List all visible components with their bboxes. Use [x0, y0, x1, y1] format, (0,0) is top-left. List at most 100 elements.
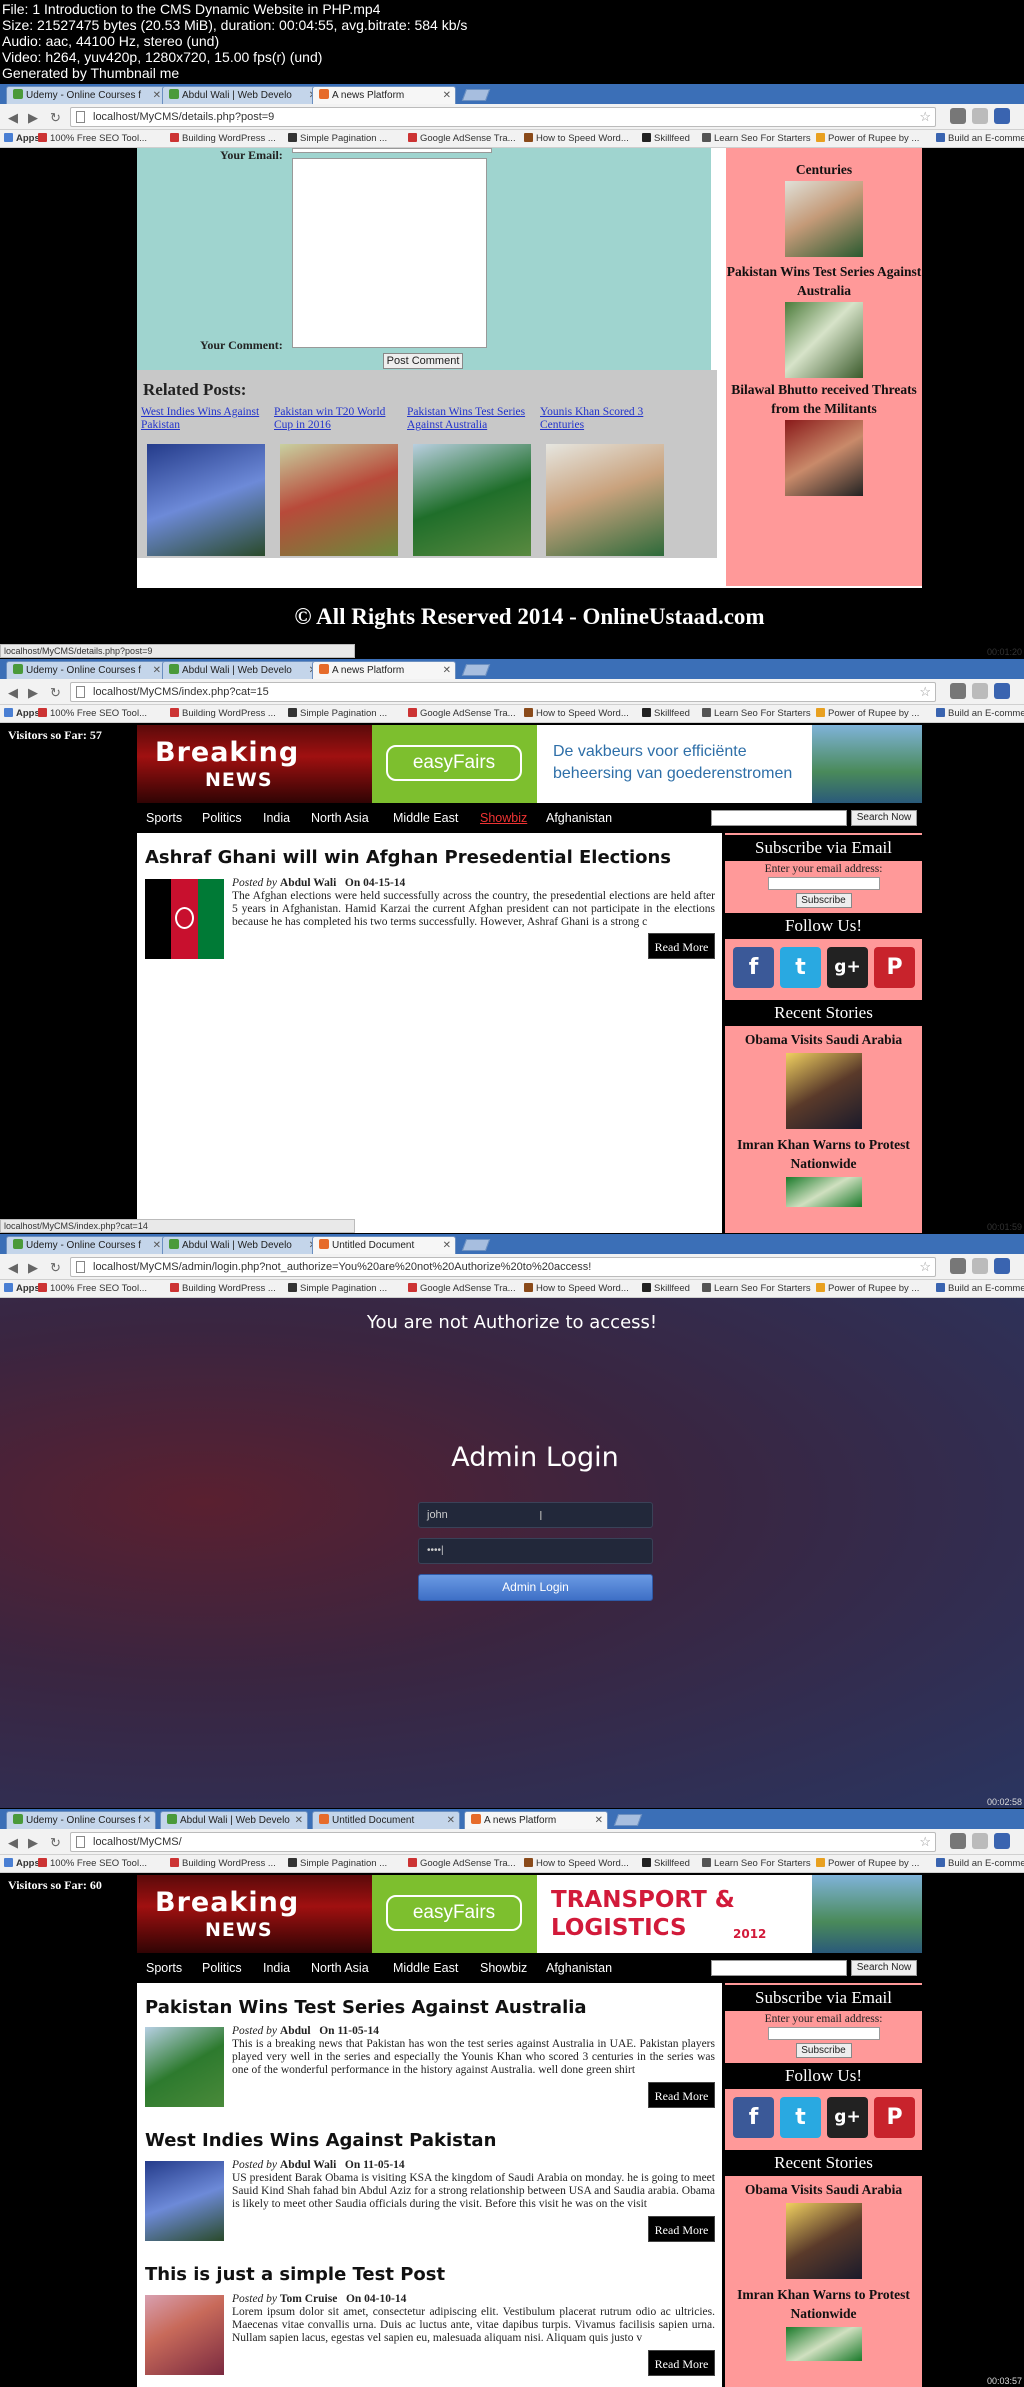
bookmark-item[interactable]: How to Speed Word... [524, 705, 629, 722]
url-field[interactable]: localhost/MyCMS/ ☆ [70, 1832, 936, 1852]
url-field[interactable]: localhost/MyCMS/details.php?post=9 ☆ [70, 107, 936, 127]
close-icon[interactable]: ✕ [443, 662, 451, 679]
extension-icon[interactable] [972, 1258, 988, 1274]
related-post-link[interactable]: Pakistan win T20 World Cup in 2016 [274, 406, 402, 432]
bookmark-item[interactable]: Build an E-comme [936, 705, 1024, 722]
menu-item-middle-east[interactable]: Middle East [393, 811, 458, 825]
facebook-icon[interactable]: f [733, 2097, 774, 2138]
recent-story-title[interactable]: Imran Khan Warns to Protest Nationwide [725, 2285, 922, 2323]
bookmark-item[interactable]: Google AdSense Tra... [408, 1855, 516, 1872]
forward-icon[interactable]: ▶ [28, 685, 38, 701]
bookmark-item[interactable]: 100% Free SEO Tool... [38, 705, 147, 722]
bookmark-item[interactable]: Learn Seo For Starters [702, 1855, 811, 1872]
recent-story-title[interactable]: Imran Khan Warns to Protest Nationwide [725, 1135, 922, 1173]
tab-udemy[interactable]: Udemy - Online Courses f ✕ [6, 1811, 156, 1829]
bookmark-apps[interactable]: Apps [4, 1855, 40, 1872]
pinterest-icon[interactable]: P [874, 2097, 915, 2138]
menu-item-afghanistan[interactable]: Afghanistan [546, 1961, 612, 1975]
bookmark-item[interactable]: 100% Free SEO Tool... [38, 1855, 147, 1872]
star-icon[interactable]: ☆ [919, 683, 931, 701]
close-icon[interactable]: ✕ [595, 1812, 603, 1829]
bookmark-item[interactable]: Google AdSense Tra... [408, 1280, 516, 1297]
bookmark-item[interactable]: Simple Pagination ... [288, 705, 387, 722]
extension-icon[interactable] [994, 108, 1010, 124]
post-title[interactable]: Pakistan Wins Test Series Against Austra… [145, 1997, 587, 2018]
read-more-button[interactable]: Read More [648, 2216, 715, 2242]
read-more-button[interactable]: Read More [648, 2350, 715, 2376]
tab-abdul-wali[interactable]: Abdul Wali | Web Develo✕ [162, 661, 322, 679]
recent-story-image[interactable] [785, 420, 863, 496]
ad-easyfairs[interactable]: easyFairs [372, 725, 537, 803]
search-input[interactable] [711, 1960, 847, 1976]
recent-story-image[interactable] [785, 2203, 862, 2279]
password-input[interactable]: ••••| [418, 1538, 653, 1564]
forward-icon[interactable]: ▶ [28, 1260, 38, 1276]
recent-story-image[interactable] [785, 1177, 862, 1207]
bookmark-item[interactable]: Build an E-comme [936, 130, 1024, 147]
new-tab-button[interactable] [461, 1239, 491, 1251]
tab-udemy[interactable]: Udemy - Online Courses f ✕ [6, 1236, 166, 1254]
bookmark-item[interactable]: Build an E-comme [936, 1280, 1024, 1297]
subscribe-email-input[interactable] [767, 877, 880, 890]
bookmark-item[interactable]: Power of Rupee by ... [816, 705, 919, 722]
related-post-image[interactable] [413, 444, 531, 556]
recent-story-image[interactable] [785, 1053, 862, 1129]
menu-item-north-asia[interactable]: North Asia [311, 811, 369, 825]
menu-item-politics[interactable]: Politics [202, 811, 242, 825]
recent-story-title[interactable]: Bilawal Bhutto received Threats from the… [726, 380, 922, 418]
bookmark-apps[interactable]: Apps [4, 1280, 40, 1297]
subscribe-button[interactable]: Subscribe [795, 893, 852, 908]
afghan-flag-image[interactable] [145, 879, 224, 959]
related-post-link[interactable]: Pakistan Wins Test Series Against Austra… [407, 406, 535, 432]
menu-item-showbiz[interactable]: Showbiz [480, 811, 527, 825]
bookmark-item[interactable]: Simple Pagination ... [288, 1855, 387, 1872]
close-icon[interactable]: ✕ [295, 1812, 303, 1829]
close-icon[interactable]: ✕ [153, 87, 161, 104]
tab-untitled-document[interactable]: Untitled Document ✕ [312, 1811, 460, 1829]
extension-icon[interactable] [950, 683, 966, 699]
bookmark-item[interactable]: Building WordPress ... [170, 1280, 276, 1297]
ad-text-panel[interactable]: TRANSPORT & LOGISTICS 2012 [537, 1875, 812, 1953]
bookmark-item[interactable]: Building WordPress ... [170, 705, 276, 722]
bookmark-apps[interactable]: Apps [4, 130, 40, 147]
bookmark-item[interactable]: Skillfeed [642, 1280, 690, 1297]
menu-item-india[interactable]: India [263, 1961, 290, 1975]
facebook-icon[interactable]: f [733, 947, 774, 988]
bookmark-item[interactable]: Simple Pagination ... [288, 1280, 387, 1297]
email-field[interactable] [292, 148, 492, 153]
recent-story-image[interactable] [785, 302, 863, 378]
menu-item-sports[interactable]: Sports [146, 1961, 182, 1975]
bookmark-item[interactable]: How to Speed Word... [524, 1280, 629, 1297]
tab-news-platform[interactable]: A news Platform ✕ [312, 86, 456, 104]
star-icon[interactable]: ☆ [919, 108, 931, 126]
bookmark-item[interactable]: 100% Free SEO Tool... [38, 130, 147, 147]
related-post-image[interactable] [280, 444, 398, 556]
url-field[interactable]: localhost/MyCMS/index.php?cat=15 ☆ [70, 682, 936, 702]
google-plus-icon[interactable]: g+ [827, 2097, 868, 2138]
tab-untitled-document[interactable]: Untitled Document ✕ [312, 1236, 456, 1254]
post-title[interactable]: West Indies Wins Against Pakistan [145, 2130, 496, 2151]
search-button[interactable]: Search Now [851, 810, 917, 826]
bookmark-apps[interactable]: Apps [4, 705, 40, 722]
reload-icon[interactable]: ↻ [50, 1260, 61, 1276]
extension-icon[interactable] [972, 108, 988, 124]
extension-icon[interactable] [950, 1833, 966, 1849]
post-title[interactable]: Ashraf Ghani will win Afghan Presedentia… [145, 847, 671, 868]
tab-abdul-wali[interactable]: Abdul Wali | Web Develo✕ [160, 1811, 308, 1829]
recent-story-title[interactable]: Pakistan Wins Test Series Against Austra… [726, 262, 922, 300]
back-icon[interactable]: ◀ [8, 1835, 18, 1851]
reload-icon[interactable]: ↻ [50, 685, 61, 701]
close-icon[interactable]: ✕ [153, 662, 161, 679]
bookmark-item[interactable]: Google AdSense Tra... [408, 705, 516, 722]
recent-story-image[interactable] [785, 181, 863, 257]
close-icon[interactable]: ✕ [443, 1237, 451, 1254]
tab-abdul-wali[interactable]: Abdul Wali | Web Develo✕ [162, 1236, 322, 1254]
twitter-icon[interactable]: t [780, 2097, 821, 2138]
menu-item-north-asia[interactable]: North Asia [311, 1961, 369, 1975]
forward-icon[interactable]: ▶ [28, 110, 38, 126]
menu-item-showbiz[interactable]: Showbiz [480, 1961, 527, 1975]
bookmark-item[interactable]: Simple Pagination ... [288, 130, 387, 147]
twitter-icon[interactable]: t [780, 947, 821, 988]
close-icon[interactable]: ✕ [153, 1237, 161, 1254]
extension-icon[interactable] [950, 1258, 966, 1274]
